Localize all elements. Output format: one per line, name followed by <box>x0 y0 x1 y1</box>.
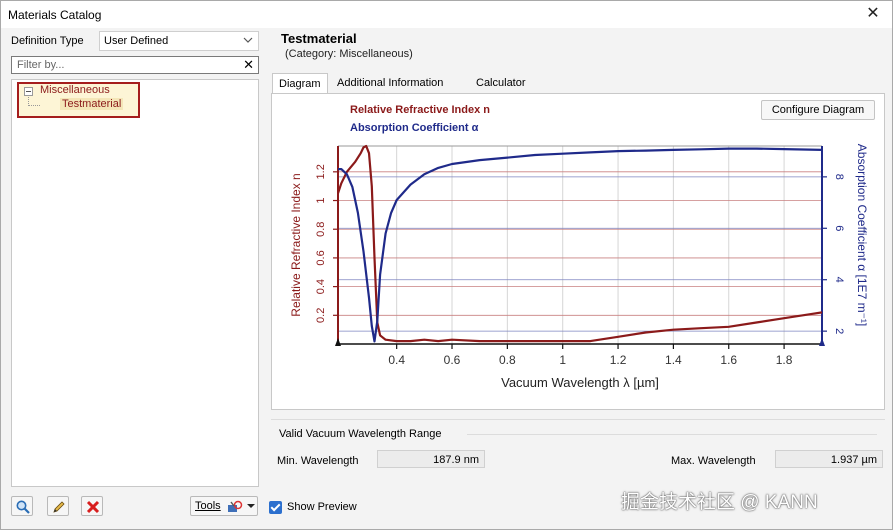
clear-filter-icon[interactable]: ✕ <box>243 57 254 73</box>
material-name: Testmaterial <box>281 31 357 46</box>
series-line-absorption <box>338 147 823 343</box>
tree-collapse-icon[interactable] <box>24 87 33 96</box>
x-tick-label: 1 <box>559 353 566 367</box>
filter-input[interactable] <box>15 58 235 72</box>
max-wavelength-value: 1.937 µm <box>775 450 883 468</box>
left-tick-label: 1 <box>315 197 327 203</box>
refractive-absorption-chart: 0.4 0.6 0.8 1 1.2 1.4 1.6 1.8 0.2 0.4 0.6 0.8 1 1.2 2 4… <box>289 144 869 390</box>
x-tick-label: 1.4 <box>665 353 682 367</box>
right-tick-label: 2 <box>833 328 845 334</box>
right-tick-label: 8 <box>833 174 845 180</box>
tab-calculator[interactable]: Calculator <box>470 73 532 93</box>
close-icon[interactable]: ✕ <box>864 5 882 23</box>
x-tick-label: 0.4 <box>388 353 405 367</box>
title-bar: Materials Catalog ✕ <box>1 1 892 28</box>
x-tick-label: 1.2 <box>610 353 627 367</box>
wavelength-range-panel: Valid Vacuum Wavelength Range Min. Wavel… <box>271 419 885 475</box>
tab-diagram[interactable]: Diagram <box>272 73 328 94</box>
materials-catalog-window: Materials Catalog ✕ Definition Type User… <box>0 0 893 530</box>
series-line-refractive-index <box>336 144 823 343</box>
watermark-text: 掘金技术社区 @ KANN <box>621 492 818 513</box>
x-axis-title: Vacuum Wavelength λ [µm] <box>501 375 659 390</box>
pencil-icon <box>53 501 65 513</box>
x-axis-start-marker <box>335 338 341 346</box>
delete-button[interactable] <box>81 496 103 516</box>
left-tick-label: 0.2 <box>315 308 327 323</box>
tools-menu-button[interactable]: Tools <box>190 496 258 516</box>
min-wavelength-value: 187.9 nm <box>377 450 485 468</box>
right-tick-label: 6 <box>833 225 845 231</box>
tree-item-miscellaneous[interactable]: Miscellaneous <box>40 84 110 96</box>
material-category: (Category: Miscellaneous) <box>285 48 413 60</box>
right-axis-title: Absorption Coefficient α [1E7 m⁻¹] <box>855 144 869 326</box>
range-title: Valid Vacuum Wavelength Range <box>279 428 442 440</box>
x-tick-label: 1.8 <box>776 353 793 367</box>
definition-type-value: User Defined <box>104 35 169 47</box>
x-axis-end-marker <box>819 338 825 346</box>
min-wavelength-label: Min. Wavelength <box>277 455 359 467</box>
tools-icon <box>228 500 243 512</box>
show-preview-label[interactable]: Show Preview <box>287 501 357 513</box>
max-wavelength-label: Max. Wavelength <box>671 455 756 467</box>
window-title: Materials Catalog <box>8 8 102 22</box>
chevron-down-icon <box>243 37 253 43</box>
right-tick-label: 4 <box>833 277 845 283</box>
left-tick-label: 0.8 <box>315 222 327 237</box>
tools-label: Tools <box>195 500 221 512</box>
left-tick-label: 0.4 <box>315 279 327 294</box>
delete-x-icon <box>86 500 100 514</box>
tab-additional-information[interactable]: Additional Information <box>331 73 449 93</box>
edit-button[interactable] <box>47 496 69 516</box>
left-axis-title: Relative Refractive Index n <box>289 173 303 316</box>
material-tree: Miscellaneous Testmaterial <box>11 79 259 487</box>
x-tick-label: 1.6 <box>720 353 737 367</box>
tree-connector-horizontal <box>29 105 40 106</box>
range-separator <box>467 434 877 435</box>
definition-type-select[interactable]: User Defined <box>99 31 259 51</box>
search-icon <box>16 500 30 514</box>
filter-field[interactable]: ✕ <box>11 56 259 74</box>
x-tick-label: 0.8 <box>499 353 516 367</box>
show-preview-checkbox[interactable] <box>269 501 282 514</box>
x-tick-label: 0.6 <box>444 353 461 367</box>
tree-item-testmaterial[interactable]: Testmaterial <box>60 98 124 110</box>
search-button[interactable] <box>11 496 33 516</box>
left-tick-label: 1.2 <box>315 164 327 179</box>
dropdown-arrow-icon <box>247 504 255 508</box>
diagram-panel: Relative Refractive Index n Absorption C… <box>271 93 885 410</box>
left-tick-label: 0.6 <box>315 250 327 265</box>
definition-type-label: Definition Type <box>11 35 84 47</box>
